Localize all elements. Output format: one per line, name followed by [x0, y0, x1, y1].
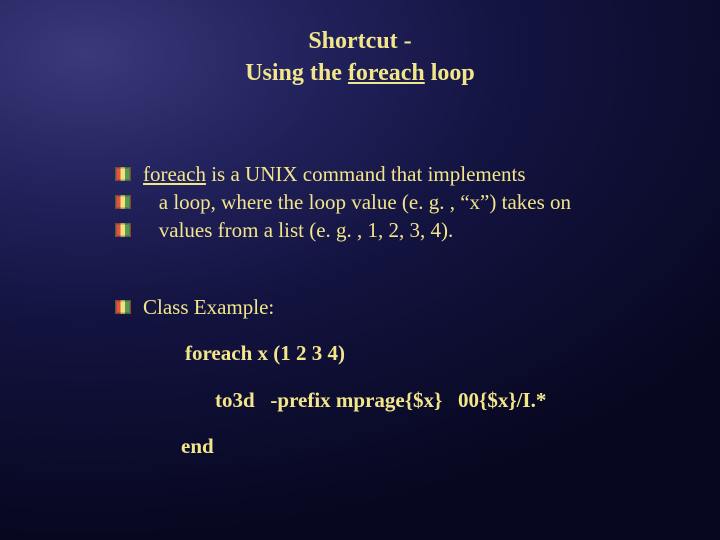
example-block: Class Example: foreach x (1 2 3 4) to3d … [115, 293, 640, 460]
bullet-text-1: foreach is a UNIX command that implement… [143, 160, 526, 188]
bullet-icon [115, 195, 131, 209]
title-line-1: Shortcut - [40, 25, 680, 57]
code-line-1: foreach x (1 2 3 4) [115, 339, 640, 367]
bullet-text-2: a loop, where the loop value (e. g. , “x… [143, 188, 571, 216]
code-line-2: to3d -prefix mprage{$x} 00{$x}/I.* [115, 386, 640, 414]
keyword-foreach: foreach [348, 60, 425, 86]
keyword-foreach: foreach [143, 162, 206, 186]
slide-title: Shortcut - Using the foreach loop [40, 25, 680, 90]
title-line-2: Using the foreach loop [40, 57, 680, 89]
slide-body: foreach is a UNIX command that implement… [40, 160, 680, 460]
bullet-icon [115, 223, 131, 237]
bullet-row-3: values from a list (e. g. , 1, 2, 3, 4). [115, 216, 640, 244]
bullet-icon [115, 300, 131, 314]
bullet-row-2: a loop, where the loop value (e. g. , “x… [115, 188, 640, 216]
code-example: foreach x (1 2 3 4) to3d -prefix mprage{… [115, 339, 640, 460]
bullet-text-3: values from a list (e. g. , 1, 2, 3, 4). [143, 216, 453, 244]
example-label: Class Example: [143, 293, 274, 321]
code-line-3: end [115, 432, 640, 460]
bullet-icon [115, 167, 131, 181]
slide: Shortcut - Using the foreach loop foreac… [0, 0, 720, 460]
bullet-row-example: Class Example: [115, 293, 640, 321]
bullet-row-1: foreach is a UNIX command that implement… [115, 160, 640, 188]
